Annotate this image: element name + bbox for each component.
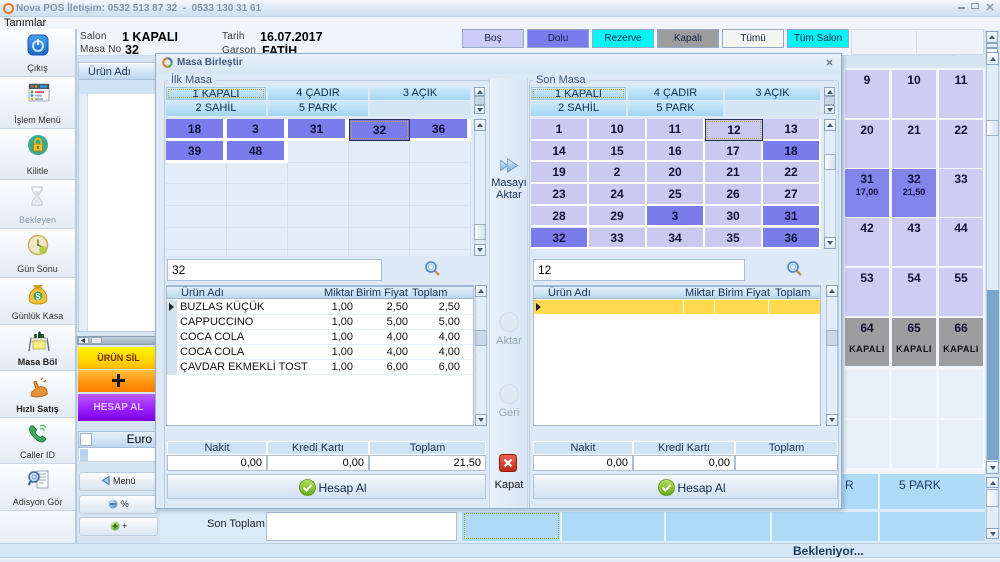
svg-text:$: $	[35, 292, 40, 302]
